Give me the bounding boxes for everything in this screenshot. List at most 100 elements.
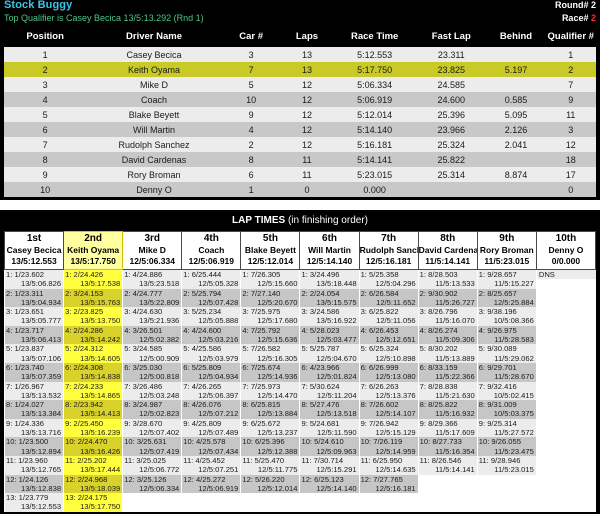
lap-running-total: 13/5:21.936 [139, 316, 180, 326]
lap-entry: 10: 5/24.610 12/5:09.963 [300, 437, 359, 456]
lap-entry: 7: 9/32.416 10/5:02.415 [477, 381, 536, 401]
lap-running-total: 13/5:18.039 [80, 483, 121, 493]
column-header-car[interactable]: Car # [221, 28, 281, 47]
lap-position-time: 5: 9/30.089 [478, 344, 517, 354]
lap-entry: 8: 7/26.602 12/5:14.107 [359, 400, 418, 419]
driver-total-laps-time: 11/5:23.015 [484, 256, 530, 266]
lap-entry: 6: 3/25.030 12/5:00.818 [123, 362, 182, 382]
lap-column-header-4[interactable]: 4th Coach 12/5:06.919 [181, 231, 242, 270]
lap-position-time: 6: 3/25.030 [124, 362, 163, 372]
lap-column-4: 1: 6/25.444 12/5:05.328 2: 5/25.794 12/5:07… [181, 269, 241, 512]
lap-running-total: 12/5:14.936 [257, 372, 298, 382]
lap-column-5: 1: 7/26.305 12/5:15.660 2: 7/27.140 12/5:20… [240, 269, 300, 512]
lap-position-time: 1: 7/26.305 [242, 270, 281, 279]
lap-column-header-10[interactable]: 10th Denny O 0/0.000 [535, 231, 597, 270]
lap-column-header-2[interactable]: 2nd Keith Oyama 13/5:17.750 [63, 231, 124, 270]
table-row[interactable]: 1 Casey Becica 3 13 5:12.553 23.311 1 [4, 47, 596, 62]
result-cell-laps: 12 [280, 92, 334, 107]
table-row[interactable]: 8 David Cardenas 8 11 5:14.141 25.822 18 [4, 152, 596, 167]
lap-running-total: 12/5:11.590 [317, 428, 357, 438]
driver-place: 8th [440, 233, 456, 244]
column-header-fast-lap[interactable]: Fast Lap [415, 28, 487, 47]
result-cell-driver: Blake Beyett [86, 107, 222, 122]
driver-name: Denny O [548, 245, 584, 255]
column-header-race-time[interactable]: Race Time [333, 28, 416, 47]
table-row[interactable]: 10 Denny O 1 0 0.000 0 [4, 182, 596, 197]
lap-running-total: 12/5:03.248 [139, 390, 180, 400]
result-cell-fast-lap: 24.600 [415, 92, 487, 107]
column-header-laps[interactable]: Laps [280, 28, 334, 47]
lap-entry: 5: 3/24.585 12/5:00.909 [123, 344, 182, 363]
table-row[interactable]: 5 Blake Beyett 9 12 5:12.014 25.396 5.095 11 [4, 107, 596, 122]
lap-entry: 5: 8/30.202 11/5:13.889 [418, 344, 477, 363]
column-header-position[interactable]: Position [4, 28, 87, 47]
lap-running-total: 12/5:01.824 [316, 372, 357, 382]
table-row[interactable]: 6 Will Martin 4 12 5:14.140 23.966 2.126 3 [4, 122, 596, 137]
column-header-behind[interactable]: Behind [486, 28, 546, 47]
lap-position-time: 12: 5/26.220 [242, 474, 285, 484]
lap-entry: 12: 5/26.220 12/5:12.014 [241, 474, 300, 494]
results-table-head: Position Driver Name Car # Laps Race Tim… [4, 28, 596, 47]
table-row[interactable]: 9 Rory Broman 6 11 5:23.015 25.314 8.874 17 [4, 167, 596, 182]
lap-column-header-5[interactable]: 5th Blake Beyett 12/5:12.014 [240, 231, 301, 270]
result-cell-position: 1 [4, 47, 87, 62]
result-cell-position: 9 [4, 167, 87, 182]
column-header-qualifier[interactable]: Qualifier # [545, 28, 596, 47]
lap-entry: 4: 9/26.975 11/5:28.583 [477, 325, 536, 345]
lap-running-total: 13/5:12.838 [20, 483, 62, 493]
lap-position-time: 6: 8/33.159 [419, 362, 458, 372]
driver-name: Rory Broman [479, 245, 534, 255]
round-value: 2 [590, 0, 596, 10]
lap-column-header-3[interactable]: 3rd Mike D 12/5:06.334 [122, 231, 183, 270]
lap-position-time: 11: 5/25.470 [242, 455, 285, 465]
table-row[interactable]: 3 Mike D 5 12 5:06.334 24.585 7 [4, 77, 596, 92]
lap-running-total: 12/5:17.680 [257, 316, 298, 326]
lap-running-total: 13/5:16.239 [80, 428, 121, 438]
lap-column-header-6[interactable]: 6th Will Martin 12/5:14.140 [299, 231, 360, 270]
result-cell-car: 7 [221, 62, 281, 77]
lap-entry: 12: 3/25.126 12/5:06.334 [123, 474, 182, 494]
lap-entry: 8: 2/23.942 13/5:14.413 [64, 400, 123, 419]
driver-place: 4th [203, 233, 219, 244]
lap-column-header-9[interactable]: 9th Rory Broman 11/5:23.015 [476, 231, 537, 270]
result-cell-behind: 5.095 [486, 107, 546, 122]
driver-place: 9th [499, 233, 515, 244]
lap-running-total: 12/5:09.963 [316, 446, 357, 456]
result-cell-laps: 11 [280, 167, 334, 182]
lap-running-total: 12/5:12.651 [375, 335, 416, 345]
result-cell-driver: Keith Oyama [86, 62, 222, 77]
lap-position-time: 7: 8/28.838 [419, 381, 458, 391]
lap-running-total: 12/5:11.775 [257, 465, 298, 475]
result-cell-laps: 13 [280, 62, 334, 77]
result-cell-qualifier: 2 [545, 62, 596, 77]
table-row[interactable]: 2 Keith Oyama 7 13 5:17.750 23.825 5.197 2 [4, 62, 596, 77]
table-row[interactable]: 7 Rudolph Sanchez 2 12 5:16.181 25.324 2.041 12 [4, 137, 596, 152]
lap-position-time: 2: 9/30.902 [419, 288, 458, 298]
result-cell-position: 6 [4, 122, 87, 137]
lap-running-total: 11/5:09.306 [435, 335, 475, 345]
result-cell-race-time: 5:17.750 [333, 62, 416, 77]
lap-entry: 10: 2/24.470 13/5:16.426 [64, 437, 123, 456]
lap-column-header-1[interactable]: 1st Casey Becica 13/5:12.553 [3, 231, 65, 270]
lap-position-time: 2: 5/25.794 [183, 288, 222, 298]
table-row[interactable]: 4 Coach 10 12 5:06.919 24.600 0.585 9 [4, 92, 596, 107]
column-header-driver[interactable]: Driver Name [86, 28, 222, 47]
lap-times-head: 1st Casey Becica 13/5:12.553 2nd Keith Oyama… [3, 231, 597, 270]
lap-column-header-7[interactable]: 7thRudolph Sanchez12/5:16.181 [358, 231, 419, 270]
lap-entry: 5: 9/30.089 11/5:29.062 [477, 344, 536, 363]
lap-position-time: 4: 4/24.600 [183, 325, 222, 335]
lap-position-time: 13: 2/24.175 [65, 493, 108, 503]
lap-entry: 4: 8/26.274 11/5:09.306 [418, 325, 477, 345]
result-cell-fast-lap: 25.396 [415, 107, 487, 122]
driver-place: 10th [555, 233, 577, 244]
lap-position-time: 11: 4/25.452 [183, 455, 225, 465]
lap-column-header-8[interactable]: 8th David Cardenas 11/5:14.141 [417, 231, 478, 270]
lap-times-panel: LAP TIMES (in finishing order) 1st Casey … [0, 210, 600, 514]
result-cell-car: 9 [221, 107, 281, 122]
lap-entry: 4: 5/28.023 12/5:03.477 [300, 325, 359, 345]
result-cell-behind [486, 182, 546, 197]
lap-position-time: 11: 3/25.025 [124, 455, 166, 465]
lap-running-total: 12/5:04.934 [198, 372, 239, 382]
result-cell-behind [486, 152, 546, 167]
lap-entry: 7: 7/25.973 12/5:14.470 [241, 381, 300, 401]
